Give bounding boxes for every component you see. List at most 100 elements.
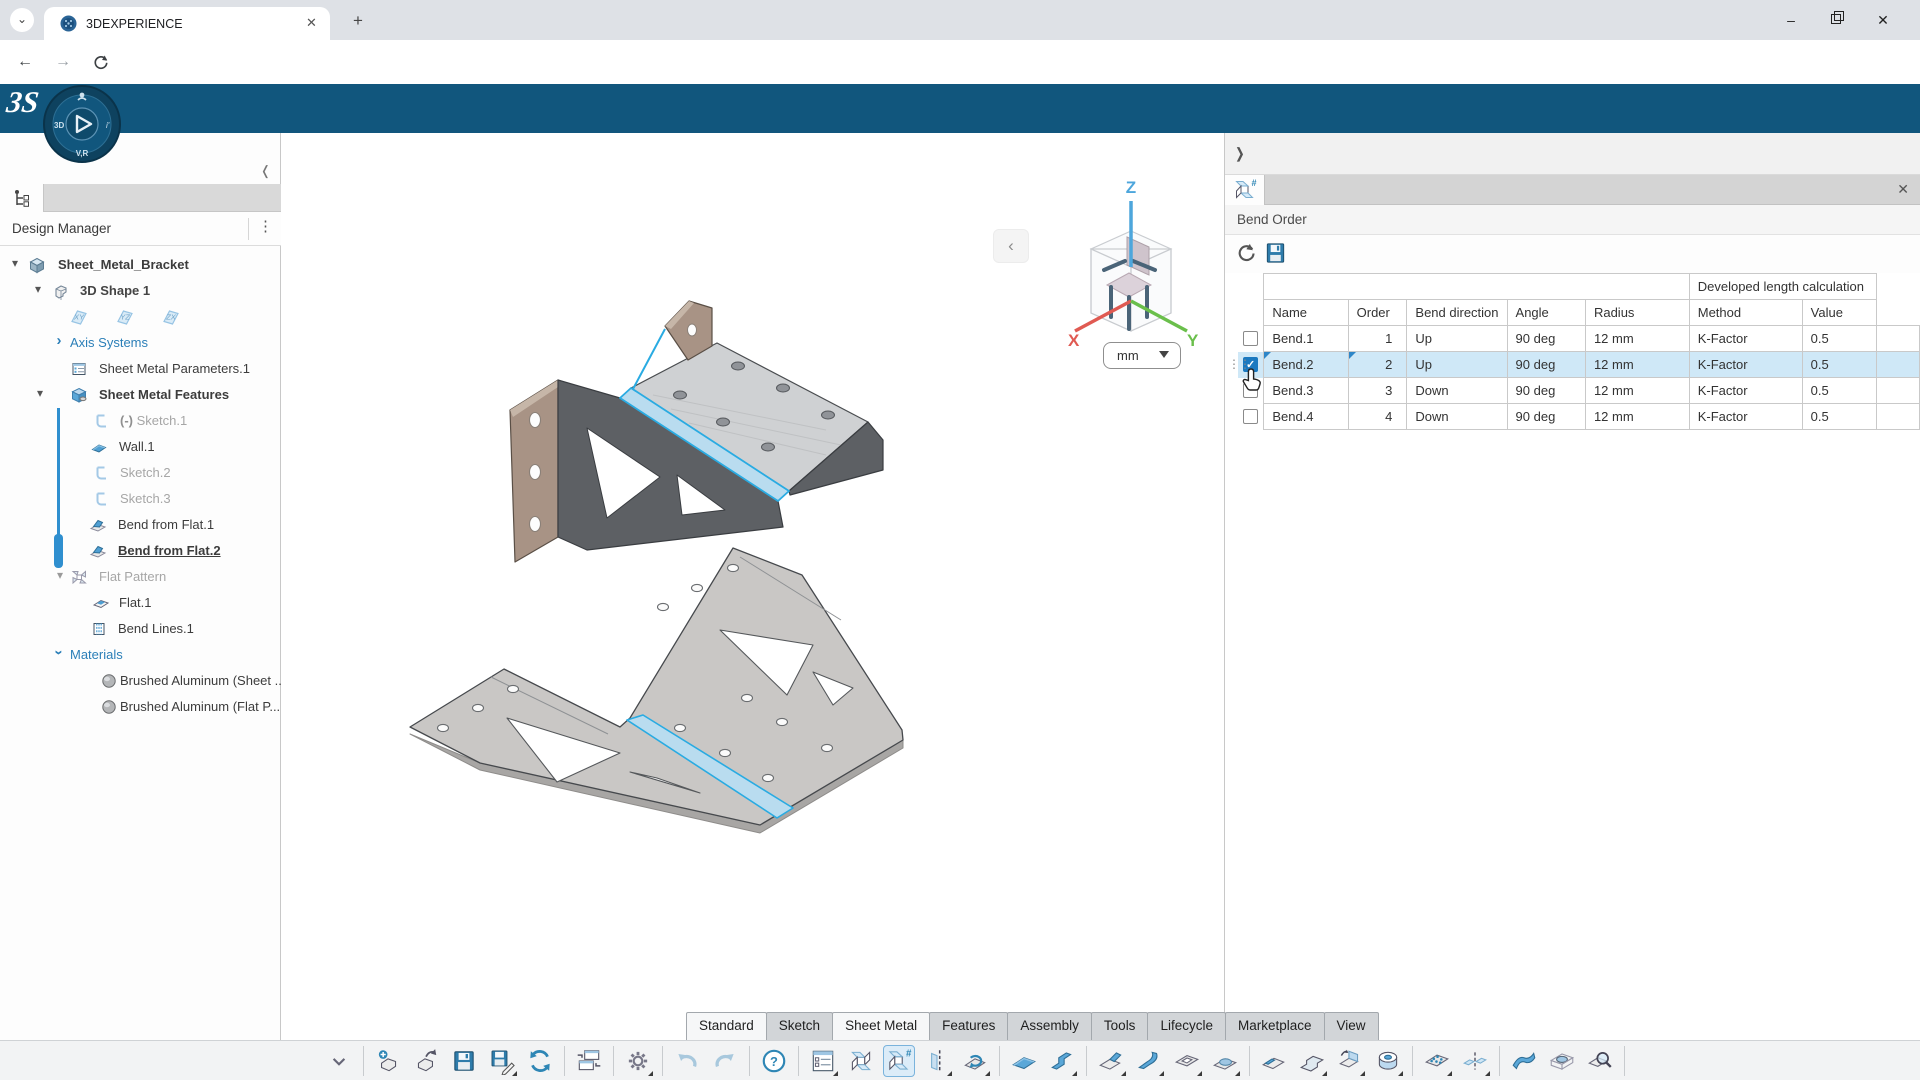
kebab-menu-icon[interactable]: ⋮: [258, 217, 273, 235]
panel-collapse-icon[interactable]: ❬: [260, 163, 271, 179]
collapse-toolbar-button[interactable]: [323, 1045, 355, 1077]
cell-angle[interactable]: 90 deg: [1507, 378, 1585, 404]
tree-item-flat-1[interactable]: Flat.1: [0, 590, 281, 616]
cell-radius[interactable]: 12 mm: [1585, 404, 1689, 430]
cell-direction[interactable]: Down: [1407, 378, 1507, 404]
tab-sketch[interactable]: Sketch: [766, 1012, 833, 1040]
tree-item-label[interactable]: Wall.1: [119, 439, 155, 454]
cell-direction[interactable]: Up: [1407, 326, 1507, 352]
row-checkbox[interactable]: [1243, 331, 1258, 346]
bend-from-flat-button[interactable]: [1095, 1045, 1127, 1077]
column-header-order[interactable]: Order: [1348, 300, 1407, 326]
column-header-name[interactable]: Name: [1264, 300, 1348, 326]
table-row-bend-2[interactable]: Bend.22Up90 deg12 mmK-Factor0.5: [1238, 352, 1920, 378]
mirror-bend-button[interactable]: [921, 1045, 953, 1077]
tab-tools[interactable]: Tools: [1091, 1012, 1149, 1040]
tab-marketplace[interactable]: Marketplace: [1225, 1012, 1325, 1040]
refresh-icon[interactable]: [1234, 241, 1259, 266]
tree-item-reference-planes[interactable]: XYYZZX: [0, 304, 281, 330]
table-row-bend-3[interactable]: Bend.33Down90 deg12 mmK-Factor0.5: [1238, 378, 1920, 404]
back-icon[interactable]: ←: [14, 51, 36, 73]
tab-search-chevron-icon[interactable]: ⌄: [10, 8, 34, 32]
compass-icon[interactable]: 3D V,R i': [42, 84, 122, 164]
tree-item-sketch-1[interactable]: (-) Sketch.1: [0, 408, 281, 434]
tree-item-label[interactable]: 3D Shape 1: [80, 283, 150, 298]
expander-icon[interactable]: ▾: [33, 386, 47, 400]
rollback-bar-thumb[interactable]: [54, 534, 63, 568]
expander-icon[interactable]: ▾: [31, 282, 45, 296]
tree-item-label[interactable]: Brushed Aluminum (Flat P...: [120, 699, 280, 714]
tree-item-label[interactable]: (-) Sketch.1: [120, 413, 187, 428]
tree-item-axis-systems[interactable]: ›Axis Systems: [0, 330, 281, 356]
cell-direction[interactable]: Down: [1407, 404, 1507, 430]
undo-button[interactable]: [671, 1045, 703, 1077]
cell-angle[interactable]: 90 deg: [1507, 404, 1585, 430]
tree-item-label[interactable]: Sheet Metal Parameters.1: [99, 361, 250, 376]
redo-button[interactable]: [709, 1045, 741, 1077]
save-as-button[interactable]: [486, 1045, 518, 1077]
cell-radius[interactable]: 12 mm: [1585, 378, 1689, 404]
window-close-button[interactable]: ✕: [1860, 0, 1906, 40]
freeform-bend-button[interactable]: [1508, 1045, 1540, 1077]
table-row-bend-1[interactable]: Bend.11Up90 deg12 mmK-Factor0.5: [1238, 326, 1920, 352]
tree-item-label[interactable]: Flat.1: [119, 595, 152, 610]
table-row-bend-4[interactable]: Bend.44Down90 deg12 mmK-Factor0.5: [1238, 404, 1920, 430]
tree-item-sketch-3[interactable]: Sketch.3: [0, 486, 281, 512]
units-dropdown[interactable]: mm: [1103, 342, 1181, 369]
tree-item-label[interactable]: Bend Lines.1: [118, 621, 194, 636]
tree-item-sheet-metal-bracket[interactable]: ▾ Sheet_Metal_Bracket: [0, 252, 281, 278]
tree-item-sketch-2[interactable]: Sketch.2: [0, 460, 281, 486]
column-header-method[interactable]: Method: [1689, 300, 1802, 326]
open-part-button[interactable]: [410, 1045, 442, 1077]
tree-item-label[interactable]: Materials: [70, 647, 123, 662]
cell-name[interactable]: Bend.3: [1264, 378, 1348, 404]
expander-icon[interactable]: ▾: [8, 256, 22, 270]
cell-method[interactable]: K-Factor: [1689, 326, 1802, 352]
cell-angle[interactable]: 90 deg: [1507, 352, 1585, 378]
tree-item-label[interactable]: Axis Systems: [70, 335, 148, 350]
cell-direction[interactable]: Up: [1407, 352, 1507, 378]
reload-icon[interactable]: [90, 51, 112, 73]
cell-value[interactable]: 0.5: [1802, 352, 1876, 378]
cell-order[interactable]: 4: [1348, 404, 1407, 430]
settings-button[interactable]: [622, 1045, 654, 1077]
tree-item-sheet-metal-parameters-1[interactable]: Sheet Metal Parameters.1: [0, 356, 281, 382]
tree-item-bend-from-flat-2[interactable]: Bend from Flat.2: [0, 538, 281, 564]
cell-method[interactable]: K-Factor: [1689, 404, 1802, 430]
tree-item-materials[interactable]: ›Materials: [0, 642, 281, 668]
inspect-button[interactable]: [1584, 1045, 1616, 1077]
save-icon[interactable]: [1263, 240, 1288, 266]
jog-button[interactable]: [1296, 1045, 1328, 1077]
tree-item-bend-lines-1[interactable]: Bend Lines.1: [0, 616, 281, 642]
tree-item-3d-shape-1[interactable]: ▾ 3D Shape 1: [0, 278, 281, 304]
tab-design-manager[interactable]: [0, 184, 44, 212]
window-restore-button[interactable]: [1814, 0, 1860, 40]
tab-standard[interactable]: Standard: [686, 1012, 767, 1040]
transfer-button[interactable]: [573, 1045, 605, 1077]
tree-item-label[interactable]: Flat Pattern: [99, 569, 166, 584]
tab-bend-order[interactable]: #: [1225, 175, 1265, 205]
cell-method[interactable]: K-Factor: [1689, 378, 1802, 404]
column-header-value[interactable]: Value: [1802, 300, 1876, 326]
column-header-angle[interactable]: Angle: [1507, 300, 1585, 326]
tree-item-wall-1[interactable]: Wall.1: [0, 434, 281, 460]
stamp-button[interactable]: [1546, 1045, 1578, 1077]
tab-lifecycle[interactable]: Lifecycle: [1147, 1012, 1226, 1040]
tree-item-label[interactable]: Bend from Flat.2: [118, 543, 221, 558]
cell-radius[interactable]: 12 mm: [1585, 326, 1689, 352]
tree-item-label[interactable]: Brushed Aluminum (Sheet ...: [120, 673, 285, 688]
cell-value[interactable]: 0.5: [1802, 378, 1876, 404]
tree-item-label[interactable]: Sheet_Metal_Bracket: [58, 257, 189, 272]
browser-tab[interactable]: 3DEXPERIENCE ✕: [44, 7, 330, 40]
cell-angle[interactable]: 90 deg: [1507, 326, 1585, 352]
expander-icon[interactable]: ›: [51, 646, 68, 660]
curl-button[interactable]: [1133, 1045, 1165, 1077]
tree-item-flat-pattern[interactable]: ▾ Flat Pattern: [0, 564, 281, 590]
forward-icon[interactable]: →: [52, 51, 74, 73]
viewport-3d[interactable]: ‹ Z: [281, 133, 1224, 1040]
cell-radius[interactable]: 12 mm: [1585, 352, 1689, 378]
expander-icon[interactable]: ▾: [53, 568, 67, 582]
tab-sheet-metal[interactable]: Sheet Metal: [832, 1012, 930, 1040]
tab-close-icon[interactable]: ✕: [303, 15, 320, 32]
cell-value[interactable]: 0.5: [1802, 404, 1876, 430]
